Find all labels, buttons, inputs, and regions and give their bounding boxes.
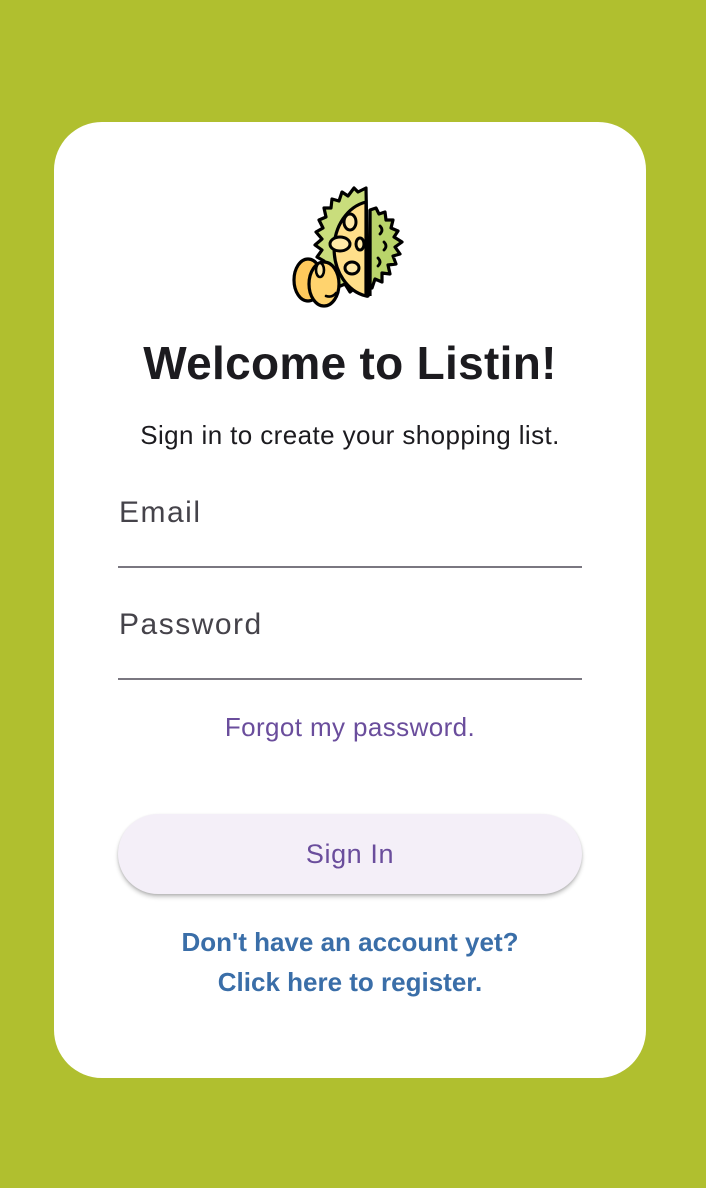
email-input[interactable] bbox=[118, 496, 586, 568]
sign-in-button[interactable]: Sign In bbox=[118, 814, 582, 894]
register-link[interactable]: Don't have an account yet? Click here to… bbox=[54, 922, 646, 1002]
email-field[interactable]: Email bbox=[118, 496, 586, 568]
register-line-1: Don't have an account yet? bbox=[181, 927, 519, 957]
forgot-password-link[interactable]: Forgot my password. bbox=[54, 712, 646, 743]
page-title: Welcome to Listin! bbox=[143, 337, 557, 389]
password-input[interactable] bbox=[118, 608, 586, 680]
password-field[interactable]: Password bbox=[118, 608, 586, 680]
login-card: Welcome to Listin! Sign in to create you… bbox=[54, 122, 646, 1078]
register-line-2: Click here to register. bbox=[217, 967, 483, 997]
durian-icon bbox=[284, 184, 416, 314]
page-subtitle: Sign in to create your shopping list. bbox=[140, 420, 560, 450]
